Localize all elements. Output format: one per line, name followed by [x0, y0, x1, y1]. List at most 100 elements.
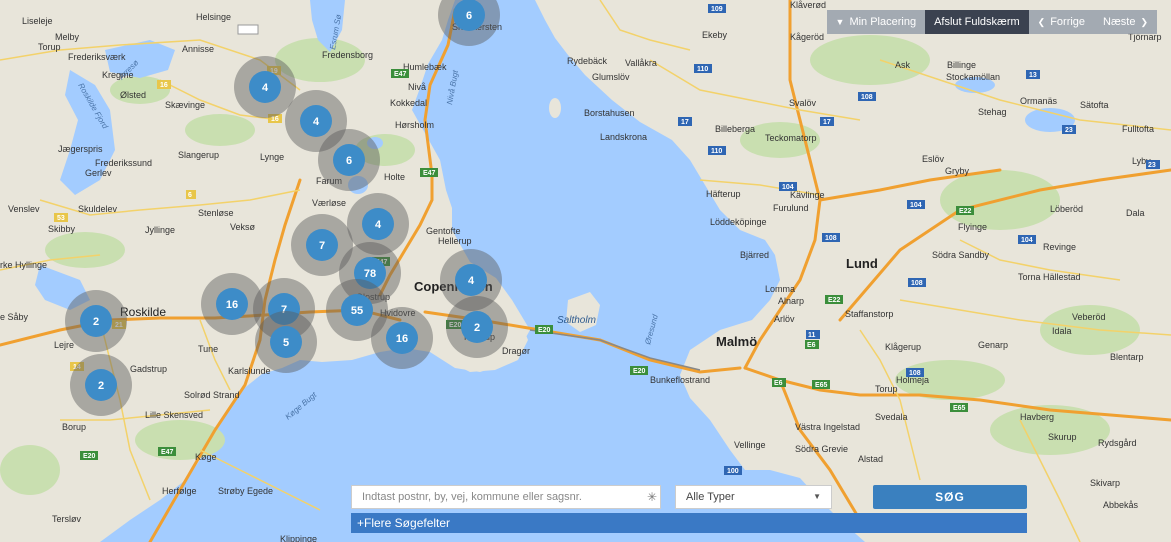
svg-text:Veberöd: Veberöd [1072, 312, 1106, 322]
afslut-fuldskaerm-button[interactable]: Afslut Fuldskærm [925, 10, 1029, 34]
svg-text:Glumslöv: Glumslöv [592, 72, 630, 82]
map-toolbar: ▼ Min Placering Afslut Fuldskærm ❮ Forri… [826, 10, 1157, 34]
svg-text:Tersløv: Tersløv [52, 514, 81, 524]
cluster-marker[interactable]: 5 [255, 311, 317, 373]
svg-text:109: 109 [711, 6, 723, 13]
cluster-marker[interactable]: 16 [371, 307, 433, 369]
svg-text:Flyinge: Flyinge [958, 222, 987, 232]
svg-text:Svedala: Svedala [875, 412, 908, 422]
svg-text:E22: E22 [959, 208, 972, 215]
type-select-value: Alle Typer [686, 491, 735, 503]
cluster-marker[interactable]: 2 [70, 354, 132, 416]
afslut-label: Afslut Fuldskærm [934, 16, 1020, 28]
map[interactable]: Esrum Sø Arresø Roskilde Fjord Nivå Bugt… [0, 0, 1171, 542]
svg-text:Häfterup: Häfterup [706, 189, 741, 199]
svg-text:Billinge: Billinge [947, 60, 976, 70]
cluster-marker[interactable]: 2 [65, 290, 127, 352]
svg-text:110: 110 [697, 66, 708, 73]
svg-text:Skuldelev: Skuldelev [78, 204, 118, 214]
svg-text:Bjärred: Bjärred [740, 250, 769, 260]
forrige-button[interactable]: ❮ Forrige [1028, 10, 1095, 34]
svg-text:Veksø: Veksø [230, 222, 256, 232]
svg-text:Arlöv: Arlöv [774, 314, 795, 324]
svg-text:Idala: Idala [1052, 326, 1072, 336]
svg-text:Lejre: Lejre [54, 340, 74, 350]
svg-text:53: 53 [57, 215, 65, 222]
svg-text:Billeberga: Billeberga [715, 124, 755, 134]
type-select[interactable]: Alle Typer ▼ [675, 485, 832, 509]
svg-text:Borup: Borup [62, 422, 86, 432]
svg-text:Stehag: Stehag [978, 107, 1007, 117]
svg-text:Alnarp: Alnarp [778, 296, 804, 306]
cluster-count: 6 [466, 10, 472, 22]
svg-text:Kågeröd: Kågeröd [790, 32, 824, 42]
svg-text:Torup: Torup [875, 384, 898, 394]
svg-text:100: 100 [727, 468, 739, 475]
cluster-count: 4 [468, 275, 475, 287]
svg-text:Jægerspris: Jægerspris [58, 144, 103, 154]
cluster-marker[interactable]: 4 [234, 56, 296, 118]
svg-text:E65: E65 [953, 405, 966, 412]
svg-text:Vallåkra: Vallåkra [625, 58, 657, 68]
svg-text:Stockamöllan: Stockamöllan [946, 72, 1000, 82]
svg-text:Dala: Dala [1126, 208, 1145, 218]
svg-text:Slangerup: Slangerup [178, 150, 219, 160]
svg-text:Löddeköpinge: Löddeköpinge [710, 217, 767, 227]
svg-text:E20: E20 [83, 453, 96, 460]
svg-text:Eslöv: Eslöv [922, 154, 945, 164]
svg-text:Lomma: Lomma [765, 284, 795, 294]
svg-text:23: 23 [1065, 127, 1073, 134]
cluster-count: 5 [283, 337, 289, 349]
svg-text:108: 108 [861, 94, 873, 101]
svg-text:Jyllinge: Jyllinge [145, 225, 175, 235]
svg-text:Klågerup: Klågerup [885, 342, 921, 352]
svg-text:104: 104 [782, 184, 794, 191]
svg-text:Skivarp: Skivarp [1090, 478, 1120, 488]
svg-text:Västra Ingelstad: Västra Ingelstad [795, 422, 860, 432]
cluster-count: 4 [262, 82, 269, 94]
naeste-button[interactable]: Næste ❯ [1094, 10, 1157, 34]
cluster-count: 2 [93, 316, 99, 328]
svg-text:Humlebæk: Humlebæk [403, 62, 447, 72]
spinner-icon: ✳ [647, 490, 658, 504]
svg-text:Borstahusen: Borstahusen [584, 108, 635, 118]
cluster-marker[interactable]: 2 [446, 296, 508, 358]
svg-text:Rydsgård: Rydsgård [1098, 438, 1137, 448]
cluster-marker[interactable]: 6 [318, 129, 380, 191]
svg-text:Staffanstorp: Staffanstorp [845, 309, 893, 319]
svg-text:Hellerup: Hellerup [438, 236, 472, 246]
ven-island [549, 98, 561, 118]
svg-text:Lille Skensved: Lille Skensved [145, 410, 203, 420]
svg-text:e Såby: e Såby [0, 312, 29, 322]
svg-text:Skurup: Skurup [1048, 432, 1077, 442]
cluster-count: 6 [346, 155, 352, 167]
svg-text:Strøby Egede: Strøby Egede [218, 486, 273, 496]
sog-button[interactable]: SØG [873, 485, 1027, 509]
cluster-count: 16 [226, 299, 238, 311]
min-placering-button[interactable]: ▼ Min Placering [826, 10, 926, 34]
svg-text:Klåverød: Klåverød [790, 0, 826, 10]
svg-text:Abbekås: Abbekås [1103, 500, 1139, 510]
svg-text:Ormanäs: Ormanäs [1020, 96, 1058, 106]
svg-text:Dragør: Dragør [502, 346, 530, 356]
flere-sogefelter-link[interactable]: +Flere Søgefelter [351, 513, 1027, 533]
svg-text:Bunkeflostrand: Bunkeflostrand [650, 375, 710, 385]
naeste-label: Næste [1103, 16, 1136, 28]
svg-text:Svalöv: Svalöv [789, 98, 817, 108]
svg-text:Gadstrup: Gadstrup [130, 364, 167, 374]
svg-text:Ekeby: Ekeby [702, 30, 728, 40]
cluster-count: 2 [98, 380, 104, 392]
svg-text:Gerlev: Gerlev [85, 168, 112, 178]
svg-text:Nivå: Nivå [408, 82, 426, 92]
cluster-count: 78 [364, 268, 376, 280]
cluster-count: 7 [319, 240, 325, 252]
search-input[interactable]: Indtast postnr, by, vej, kommune eller s… [351, 485, 661, 509]
svg-text:Vellinge: Vellinge [734, 440, 766, 450]
svg-text:Gryby: Gryby [945, 166, 970, 176]
svg-text:104: 104 [910, 202, 922, 209]
svg-text:16: 16 [160, 82, 168, 89]
location-pin-icon: ▼ [835, 17, 845, 27]
svg-text:Sätofta: Sätofta [1080, 100, 1109, 110]
svg-text:257: 257 [240, 27, 252, 34]
svg-text:Annisse: Annisse [182, 44, 214, 54]
